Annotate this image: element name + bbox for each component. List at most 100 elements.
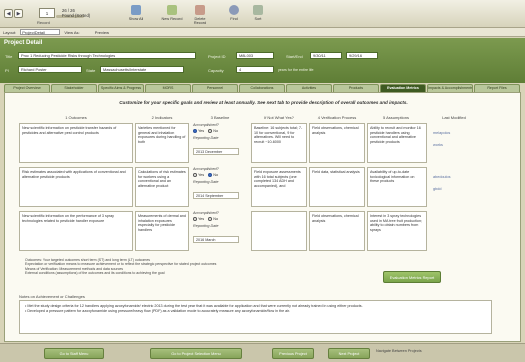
tab-project-overview[interactable]: Project Overview (4, 84, 50, 92)
baseline-cell[interactable]: Field exposure assessments with 16 total… (251, 167, 307, 207)
verification-cell[interactable]: Field data, statistical analysis (309, 167, 365, 207)
accomplished-label: Accomplished? (193, 123, 219, 127)
next-project-button[interactable]: Next Project (328, 348, 370, 359)
sort-button[interactable]: Sort (246, 5, 270, 21)
sort-icon (253, 5, 263, 15)
yes-radio[interactable] (193, 173, 197, 177)
evaluation-metrics-panel: Customize for your specific goals and re… (4, 92, 521, 342)
modified-date: works (433, 143, 443, 147)
tab-specific-aims-progress[interactable]: Specific Aims & Progress (98, 84, 144, 92)
project-id-label: Project ID (208, 54, 226, 59)
tab-bar: Project Overview Stakeholder Specific Aims… (4, 84, 521, 92)
no-radio[interactable] (208, 173, 213, 177)
project-selection-button[interactable]: Go to Project Selection Menu (150, 348, 242, 359)
accomplished-block: Accomplished? Yes No Reporting Date (193, 167, 249, 184)
outcome-cell[interactable]: New scientific information on the perfor… (19, 211, 133, 251)
col-header-last-modified: Last Modified (442, 115, 466, 120)
find-label: Find (230, 17, 238, 21)
modified-by: melapolos (433, 131, 451, 135)
tab-stakeholder[interactable]: Stakeholder (51, 84, 97, 92)
no-label: No (213, 173, 219, 177)
record-number-field[interactable]: 1 (39, 8, 55, 18)
note-text: Developed a pressure pattern for azoxyfo… (27, 308, 291, 313)
no-radio[interactable] (208, 129, 213, 133)
verification-cell[interactable]: Field observations, chemical analysis (309, 123, 365, 163)
reporting-date-field[interactable]: 2016 March (193, 236, 239, 243)
baseline-cell[interactable] (251, 211, 307, 251)
notes-field[interactable]: • Met the study design criteria for 12 h… (19, 300, 492, 334)
instructions-text: Customize for your specific goals and re… (119, 100, 408, 105)
layout-bar: Layout: ProjectDetail View As: Preview (0, 28, 525, 37)
delete-record-button[interactable]: Delete Record (188, 5, 212, 25)
no-radio[interactable] (208, 217, 213, 221)
find-button[interactable]: Find (222, 5, 246, 21)
title-field[interactable]: Proc 1 Reducing Pesticide Risks through … (18, 52, 196, 59)
capacity-field[interactable]: 4 (236, 66, 274, 73)
toolbar: ◀ ▶ 1 Record 26 / 26 Found (Sorted) Show… (0, 0, 525, 28)
preview-button[interactable]: Preview (95, 30, 109, 35)
col-header-verification: 4 Verification Process (317, 115, 357, 120)
yes-radio[interactable] (193, 129, 197, 133)
tab-personnel[interactable]: Personnel (192, 84, 238, 92)
tab-impacts-accomplishments[interactable]: Impacts & Accomplishments (427, 84, 473, 92)
col-header-baseline: 3 Baseline (210, 115, 230, 120)
end-date-field[interactable]: 9/29/16 (346, 52, 378, 59)
layout-select[interactable]: ProjectDetail (20, 29, 61, 35)
outcome-cell[interactable]: Risk estimates associated with applicati… (19, 167, 133, 207)
col-header-outcomes: 1 Outcomes (65, 115, 87, 120)
col-header-assumptions: 5 Assumptions (382, 115, 409, 120)
assumptions-cell[interactable]: Interest in 3 spray technologies used in… (367, 211, 427, 251)
indicator-cell[interactable]: Measurements of dermal and inhalation ex… (135, 211, 189, 251)
tab-evaluation-metrics[interactable]: Evaluation Metrics (380, 84, 426, 92)
yes-label: Yes (198, 173, 205, 177)
next-record-icon[interactable]: ▶ (14, 9, 23, 18)
tab-products[interactable]: Products (333, 84, 379, 92)
note-item: • Developed a pressure pattern for azoxy… (25, 308, 291, 313)
new-record-label: New Record (161, 17, 183, 21)
col-header-indicators: 2 Indicators (151, 115, 173, 120)
view-as-label: View As: (64, 30, 80, 35)
modified-by: abedoulos (433, 175, 451, 179)
evaluation-metrics-report-button[interactable]: Evaluation Metrics Report (383, 271, 441, 283)
show-all-icon (131, 5, 141, 15)
state-select[interactable]: Massachusetts/Interstate (100, 66, 184, 73)
verification-cell[interactable]: Field observations, chemical analysis (309, 211, 365, 251)
sort-label: Sort (254, 17, 262, 21)
tab-mors[interactable]: MORS (145, 84, 191, 92)
reporting-date-field[interactable]: 2013 December (193, 148, 239, 155)
baseline-cell[interactable]: Baseline: 16 subjects total; 7-10 for co… (251, 123, 307, 163)
show-all-button[interactable]: Show All (124, 5, 148, 21)
previous-project-button[interactable]: Previous Project (272, 348, 314, 359)
record-label: Record (37, 20, 50, 25)
tab-collaborations[interactable]: Collaborations (239, 84, 285, 92)
staff-menu-button[interactable]: Go to Staff Menu (44, 348, 104, 359)
pi-field[interactable]: Richard Poster (18, 66, 82, 73)
capacity-note: years for the entire life (278, 68, 314, 72)
find-icon (229, 5, 239, 15)
project-id-field[interactable]: M8L003 (236, 52, 274, 59)
delete-record-label: Delete Record (193, 17, 207, 25)
accomplished-label: Accomplished? (193, 167, 219, 171)
prev-record-icon[interactable]: ◀ (4, 9, 13, 18)
indicator-cell[interactable]: Calculations of risk estimates for worke… (135, 167, 189, 207)
navigate-text: Navigate Between Projects (376, 349, 422, 353)
assumptions-cell[interactable]: Ability to recruit and monitor 16 pestic… (367, 123, 427, 163)
footer: Go to Staff Menu Go to Project Selection… (0, 343, 525, 362)
outcome-cell[interactable]: New scientific information on pesticide … (19, 123, 133, 163)
accomplished-block: Accomplished? Yes No Reporting Date (193, 123, 249, 140)
footnote-item: External conditions (assumptions) of the… (25, 271, 165, 276)
record-total: 26 / 26 Found (Sorted) (62, 8, 90, 18)
tab-report-files[interactable]: Report Files (474, 84, 520, 92)
new-record-button[interactable]: New Record (160, 5, 184, 21)
start-date-field[interactable]: 9/30/11 (310, 52, 342, 59)
reporting-date-field[interactable]: 2014 September (193, 192, 239, 199)
yes-radio[interactable] (193, 217, 197, 221)
new-record-icon (167, 5, 177, 15)
note-text: Met the study design criteria for 12 han… (27, 304, 363, 308)
indicator-cell[interactable]: Varieties mentioned for general and inha… (135, 123, 189, 163)
assumptions-cell[interactable]: Availability of up-to-date toxicological… (367, 167, 427, 207)
accomplished-block: Accomplished? Yes No Reporting Date (193, 211, 249, 228)
col-header-if-not: If Not What Yes? (264, 115, 294, 120)
delete-record-icon (195, 5, 205, 15)
tab-activities[interactable]: Activities (286, 84, 332, 92)
